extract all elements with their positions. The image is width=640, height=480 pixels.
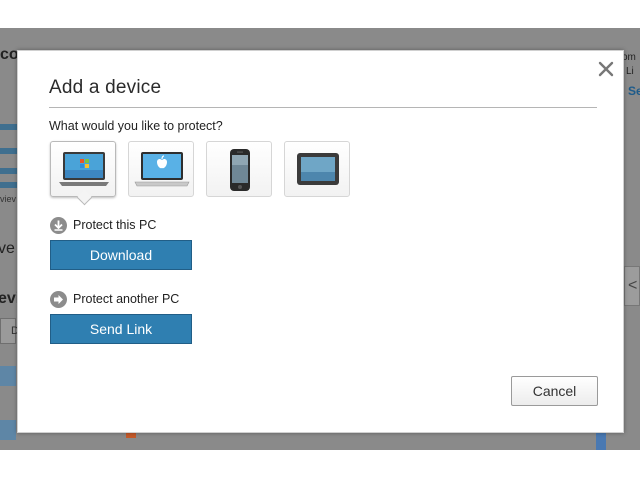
background-strip (0, 168, 18, 174)
device-option-tablet[interactable] (284, 141, 350, 197)
background-scrollbar (596, 432, 606, 450)
cancel-button[interactable]: Cancel (511, 376, 598, 406)
smartphone-icon (230, 149, 250, 191)
tablet-icon (297, 153, 339, 185)
add-device-dialog: Add a device What would you like to prot… (17, 50, 624, 433)
download-button[interactable]: Download (50, 240, 192, 270)
protect-this-pc-label: Protect this PC (73, 218, 157, 232)
device-option-windows-pc[interactable] (50, 141, 116, 197)
background-strip (0, 182, 18, 188)
title-divider (49, 107, 597, 108)
background-heading-fragment: ve (0, 240, 15, 257)
send-link-button[interactable]: Send Link (50, 314, 192, 344)
background-thumbnail (0, 420, 16, 440)
chevron-left-icon: < (628, 277, 638, 294)
device-option-smartphone[interactable] (206, 141, 272, 197)
close-icon (598, 61, 614, 77)
background-title-fragment: co (0, 46, 19, 63)
device-question: What would you like to protect? (49, 119, 223, 133)
windows-laptop-icon (59, 152, 109, 186)
background-right-fragment: om (622, 52, 636, 63)
background-strip (0, 124, 18, 130)
background-right-fragment: Li (626, 66, 634, 77)
background-strip (0, 148, 18, 154)
background-side-tab: < (624, 266, 640, 306)
arrow-right-circle-icon (50, 291, 67, 308)
close-button[interactable] (596, 59, 616, 79)
background-box: D (0, 318, 19, 344)
background-view-fragment: viev (0, 194, 17, 204)
download-circle-icon (50, 217, 67, 234)
background-right-link-fragment: Se (628, 84, 640, 98)
apple-laptop-icon (134, 152, 190, 187)
background-thumbnail (0, 366, 16, 386)
protect-another-pc-label: Protect another PC (73, 292, 180, 306)
device-option-mac[interactable] (128, 141, 194, 197)
dialog-title: Add a device (49, 77, 162, 98)
